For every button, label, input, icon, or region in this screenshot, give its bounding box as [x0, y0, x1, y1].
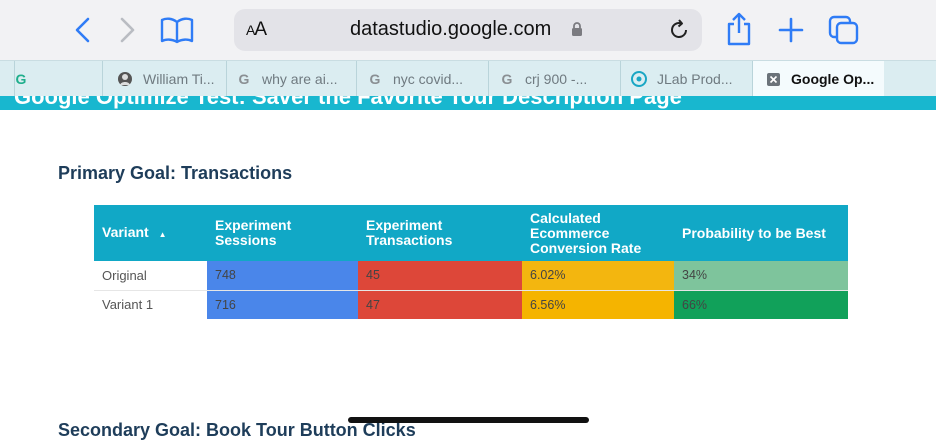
report-header-band: Google Optimize Test: Saver the Favorite… — [0, 96, 936, 110]
probability-cell: 66% — [674, 289, 848, 319]
header-label: Experiment Sessions — [215, 217, 292, 248]
address-bar[interactable]: AA datastudio.google.com — [234, 9, 702, 51]
new-tab-plus-icon[interactable] — [778, 17, 804, 43]
header-label: Variant — [102, 223, 149, 240]
column-header-transactions[interactable]: Experiment Transactions — [358, 205, 522, 261]
tab-label: crj 900 -... — [525, 71, 588, 87]
probability-cell: 34% — [674, 261, 848, 290]
column-header-conversion-rate[interactable]: Calculated Ecommerce Conversion Rate — [522, 205, 674, 261]
tab-google-covid[interactable]: G nyc covid... — [356, 61, 488, 97]
table-row: Variant 1 716 47 6.56% 66% — [94, 289, 848, 319]
tab-grammarly[interactable] — [0, 61, 14, 97]
header-label: Probability to be Best — [682, 224, 826, 241]
column-header-sessions[interactable]: Experiment Sessions — [207, 205, 358, 261]
google-icon: G — [238, 71, 250, 87]
sort-asc-icon[interactable]: ▲ — [159, 230, 167, 239]
tab-jlab[interactable]: JLab Prod... — [620, 61, 752, 97]
column-header-probability[interactable]: Probability to be Best — [674, 205, 848, 261]
report-title: Google Optimize Test: Saver the Favorite… — [14, 96, 682, 109]
tab-william[interactable]: William Ti... — [102, 61, 226, 97]
home-indicator[interactable] — [348, 417, 589, 423]
tabs-overview-icon[interactable] — [828, 15, 860, 45]
conversion-rate-cell: 6.02% — [522, 261, 674, 290]
text-size-button[interactable]: AA — [246, 19, 267, 41]
header-label: Calculated Ecommerce Conversion Rate — [530, 209, 642, 256]
tab-google-ai[interactable]: G why are ai... — [226, 61, 356, 97]
variant-cell: Original — [102, 267, 147, 283]
primary-goal-title: Primary Goal: Transactions — [58, 163, 293, 183]
tab-strip: G William Ti... G why are ai... G nyc co… — [0, 60, 936, 97]
table-row: Original 748 45 6.02% 34% — [94, 261, 848, 290]
results-table: Variant ▲ Experiment Sessions Experiment… — [94, 205, 848, 319]
tab-extension[interactable]: G — [14, 61, 102, 97]
sessions-cell: 716 — [207, 289, 358, 319]
header-label: Experiment Transactions — [366, 217, 453, 248]
back-arrow-icon[interactable] — [74, 16, 92, 44]
column-header-variant[interactable]: Variant ▲ — [94, 205, 207, 261]
forward-arrow-icon[interactable] — [118, 16, 136, 44]
tab-google-optimize[interactable]: Google Op... — [752, 61, 884, 97]
jlab-icon — [631, 71, 647, 87]
table-header-row: Variant ▲ Experiment Sessions Experiment… — [94, 205, 848, 261]
browser-toolbar: AA datastudio.google.com — [0, 0, 936, 60]
variant-cell: Variant 1 — [94, 289, 207, 319]
share-icon[interactable] — [726, 12, 752, 46]
tab-label: nyc covid... — [393, 71, 464, 87]
reload-icon[interactable] — [667, 18, 691, 47]
profile-icon — [117, 71, 133, 87]
tab-google-crj[interactable]: G crj 900 -... — [488, 61, 620, 97]
google-icon: G — [369, 71, 381, 87]
close-icon[interactable] — [765, 71, 781, 87]
transactions-cell: 45 — [358, 261, 522, 290]
url-text: datastudio.google.com — [350, 18, 552, 40]
conversion-rate-cell: 6.56% — [522, 289, 674, 319]
tab-label: William Ti... — [143, 71, 215, 87]
tab-label: Google Op... — [791, 71, 875, 87]
grammarly-icon: G — [15, 71, 27, 87]
bookmarks-icon[interactable] — [160, 16, 194, 44]
transactions-cell: 47 — [358, 289, 522, 319]
secondary-goal-title: Secondary Goal: Book Tour Button Clicks — [58, 420, 416, 440]
sessions-cell: 748 — [207, 261, 358, 290]
lock-icon — [571, 22, 583, 42]
tab-label: JLab Prod... — [657, 71, 733, 87]
google-icon: G — [501, 71, 513, 87]
tab-label: why are ai... — [262, 71, 338, 87]
